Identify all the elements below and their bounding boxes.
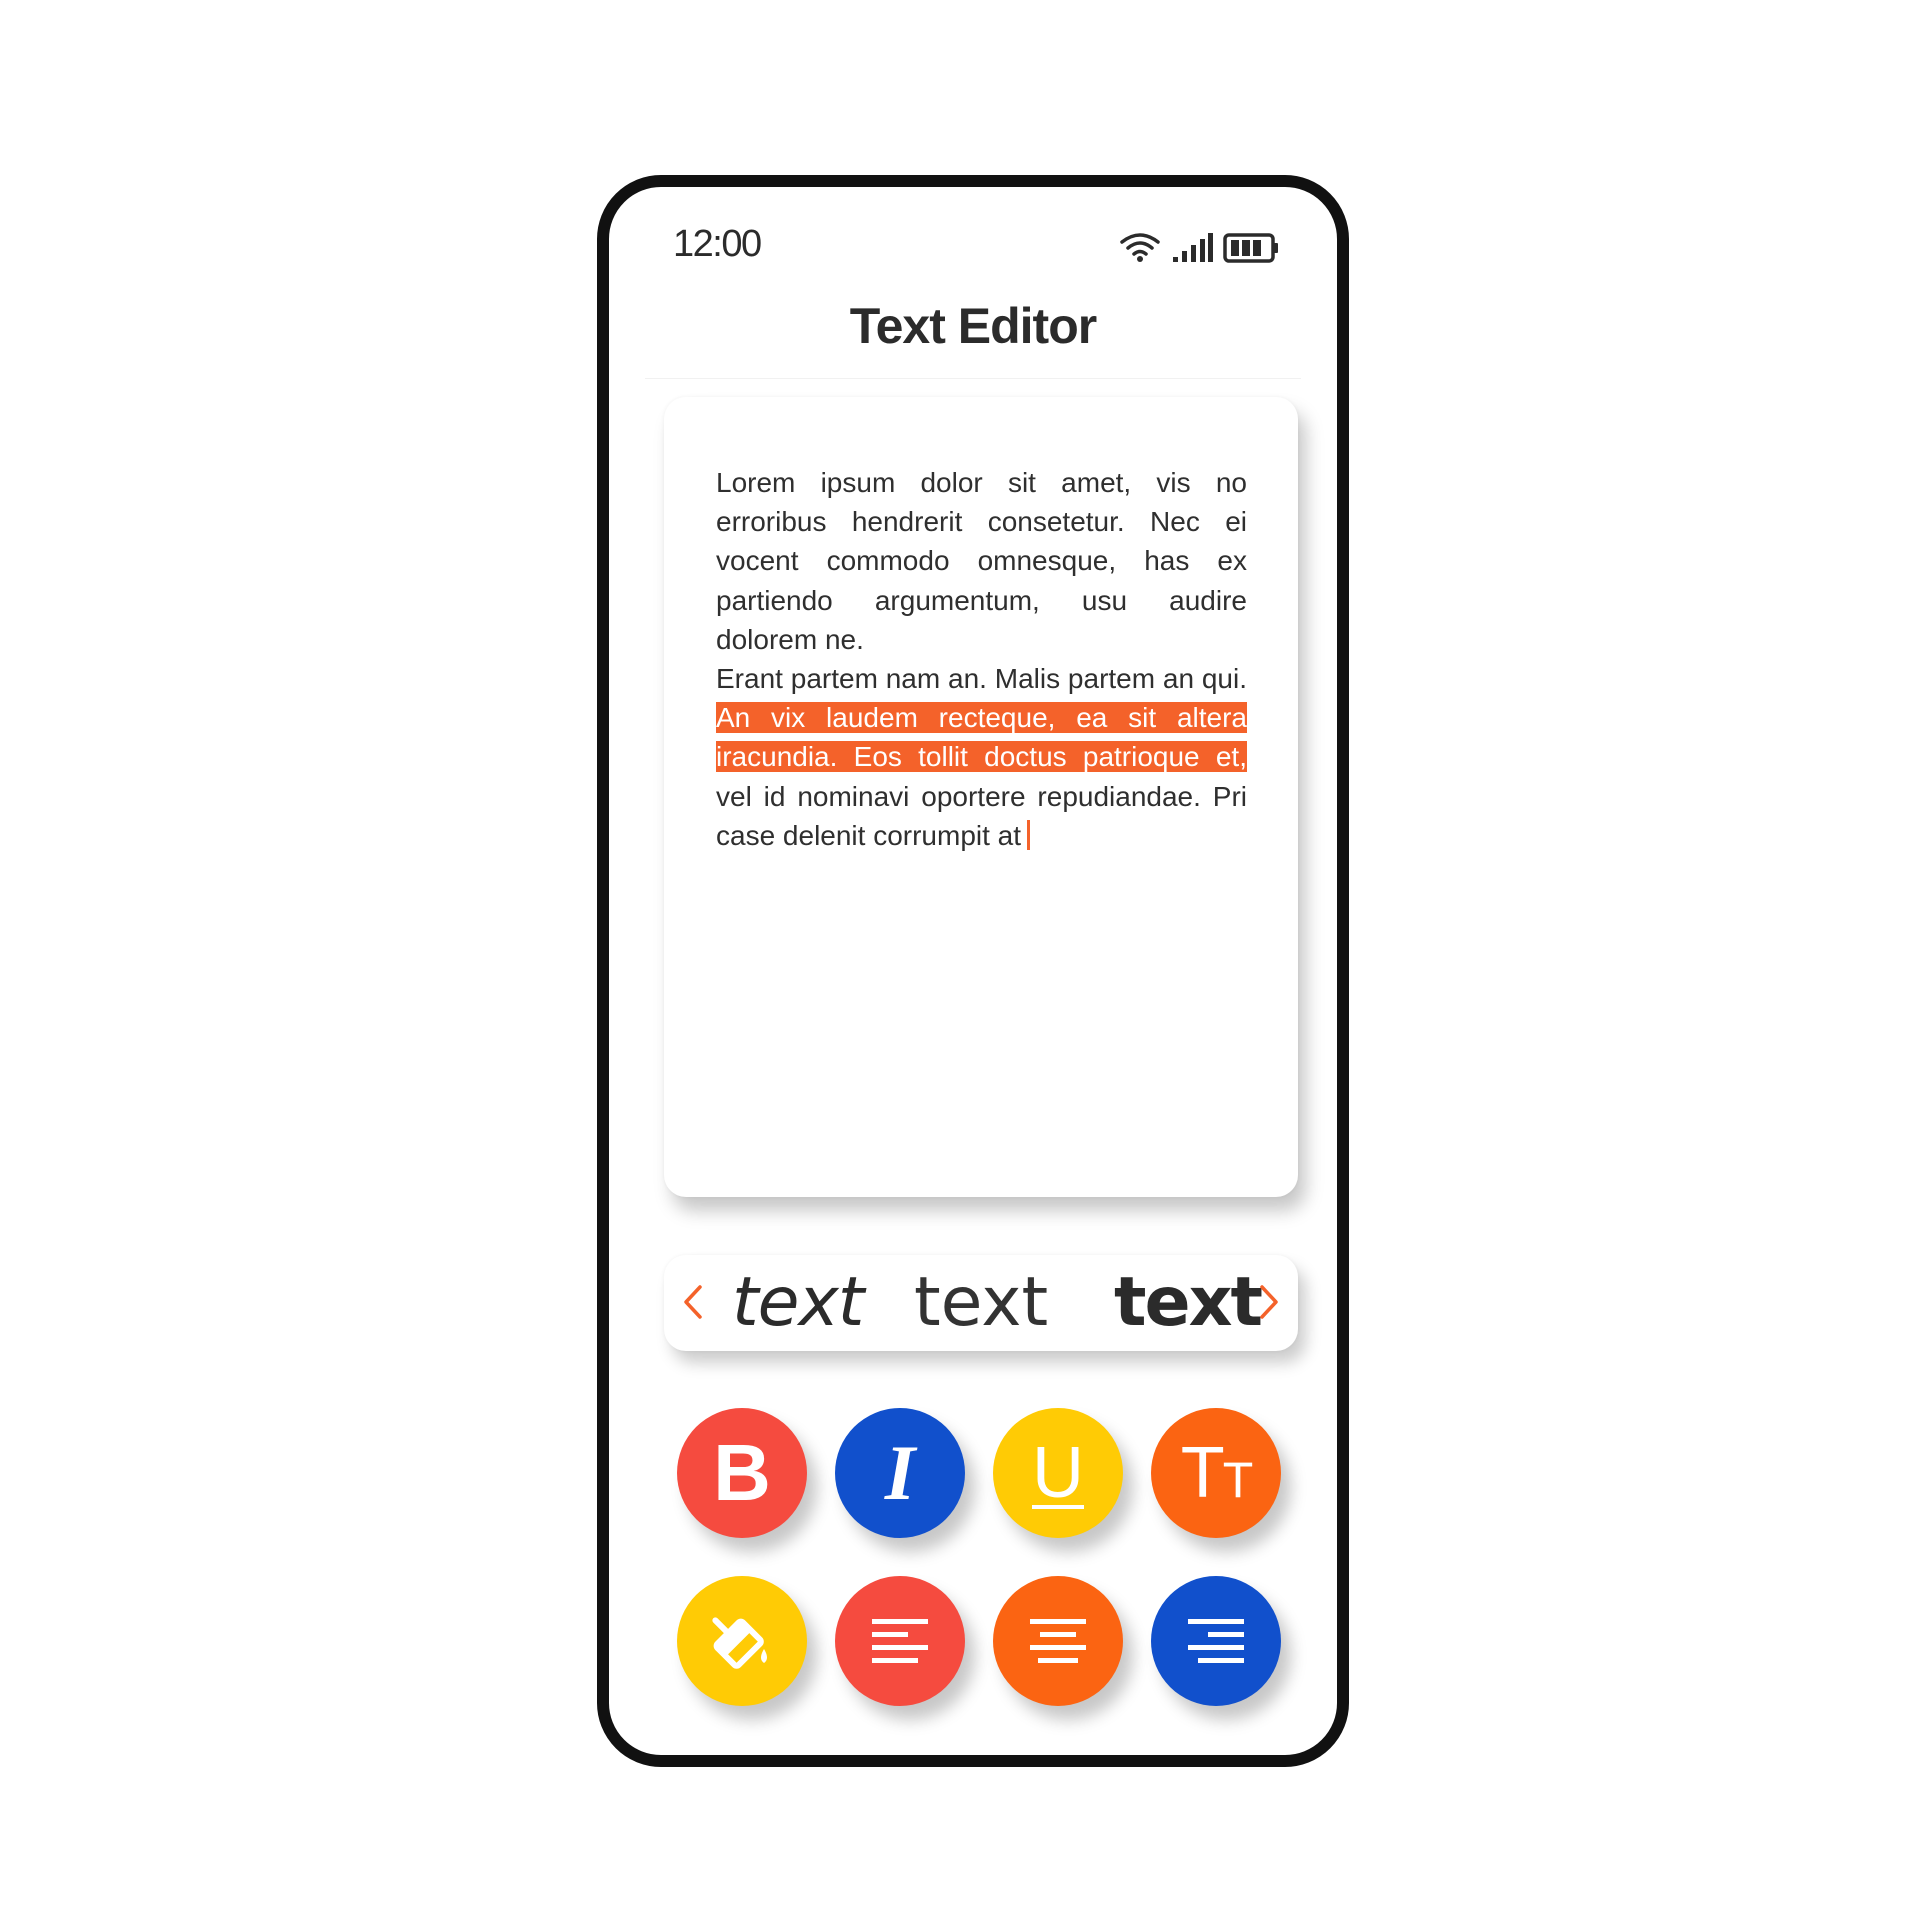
align-right-button[interactable] bbox=[1151, 1576, 1281, 1706]
chevron-left-icon[interactable] bbox=[678, 1277, 708, 1327]
text-size-button[interactable]: TT bbox=[1151, 1408, 1281, 1538]
editor-selected-text[interactable]: An vix laudem recteque, ea sit altera ir… bbox=[716, 702, 1247, 773]
editor-text-before-selection: Erant partem nam an. Malis partem an qui… bbox=[716, 663, 1247, 695]
editor-text-area[interactable]: Lorem ipsum dolor sit amet, vis no error… bbox=[716, 463, 1247, 855]
text-cursor bbox=[1027, 819, 1031, 850]
font-option-regular[interactable]: text bbox=[914, 1259, 1048, 1347]
wifi-icon bbox=[1119, 231, 1161, 263]
status-time: 12:00 bbox=[673, 223, 762, 265]
editor-card[interactable]: Lorem ipsum dolor sit amet, vis no error… bbox=[664, 397, 1298, 1197]
bold-icon: B bbox=[713, 1428, 771, 1517]
editor-text-after-selection: vel id nominavi oportere repudiandae. Pr… bbox=[716, 780, 1247, 851]
text-size-large-glyph: T bbox=[1180, 1433, 1225, 1513]
align-left-icon bbox=[868, 1613, 932, 1669]
status-icons bbox=[1119, 231, 1281, 263]
text-size-icon: TT bbox=[1181, 1437, 1254, 1509]
align-center-button[interactable] bbox=[993, 1576, 1123, 1706]
bold-button[interactable]: B bbox=[677, 1408, 807, 1538]
align-right-icon bbox=[1184, 1613, 1248, 1669]
editor-paragraph-2: Erant partem nam an. Malis partem an qui… bbox=[716, 659, 1247, 855]
align-center-icon bbox=[1026, 1613, 1090, 1669]
font-picker: text text text bbox=[664, 1255, 1298, 1351]
page-title: Text Editor bbox=[849, 298, 1097, 354]
italic-button[interactable]: I bbox=[835, 1408, 965, 1538]
underline-icon: U bbox=[1032, 1433, 1084, 1513]
fill-color-button[interactable] bbox=[677, 1576, 807, 1706]
underline-button[interactable]: U bbox=[993, 1408, 1123, 1538]
paint-bucket-icon bbox=[706, 1605, 778, 1677]
italic-icon: I bbox=[884, 1429, 916, 1516]
chevron-right-icon[interactable] bbox=[1254, 1277, 1284, 1327]
text-size-small-glyph: T bbox=[1222, 1452, 1254, 1508]
font-option-italic[interactable]: text bbox=[732, 1259, 864, 1347]
battery-icon bbox=[1223, 233, 1281, 263]
font-option-bold[interactable]: text bbox=[1114, 1259, 1263, 1347]
screen: 12:00 Text Editor Lorem ipsum dolor sit … bbox=[0, 0, 1920, 1920]
phone-frame: 12:00 Text Editor Lorem ipsum dolor sit … bbox=[597, 175, 1349, 1767]
align-left-button[interactable] bbox=[835, 1576, 965, 1706]
signal-icon bbox=[1171, 233, 1213, 263]
title-divider bbox=[645, 378, 1301, 379]
editor-paragraph-1: Lorem ipsum dolor sit amet, vis no error… bbox=[716, 467, 1247, 655]
